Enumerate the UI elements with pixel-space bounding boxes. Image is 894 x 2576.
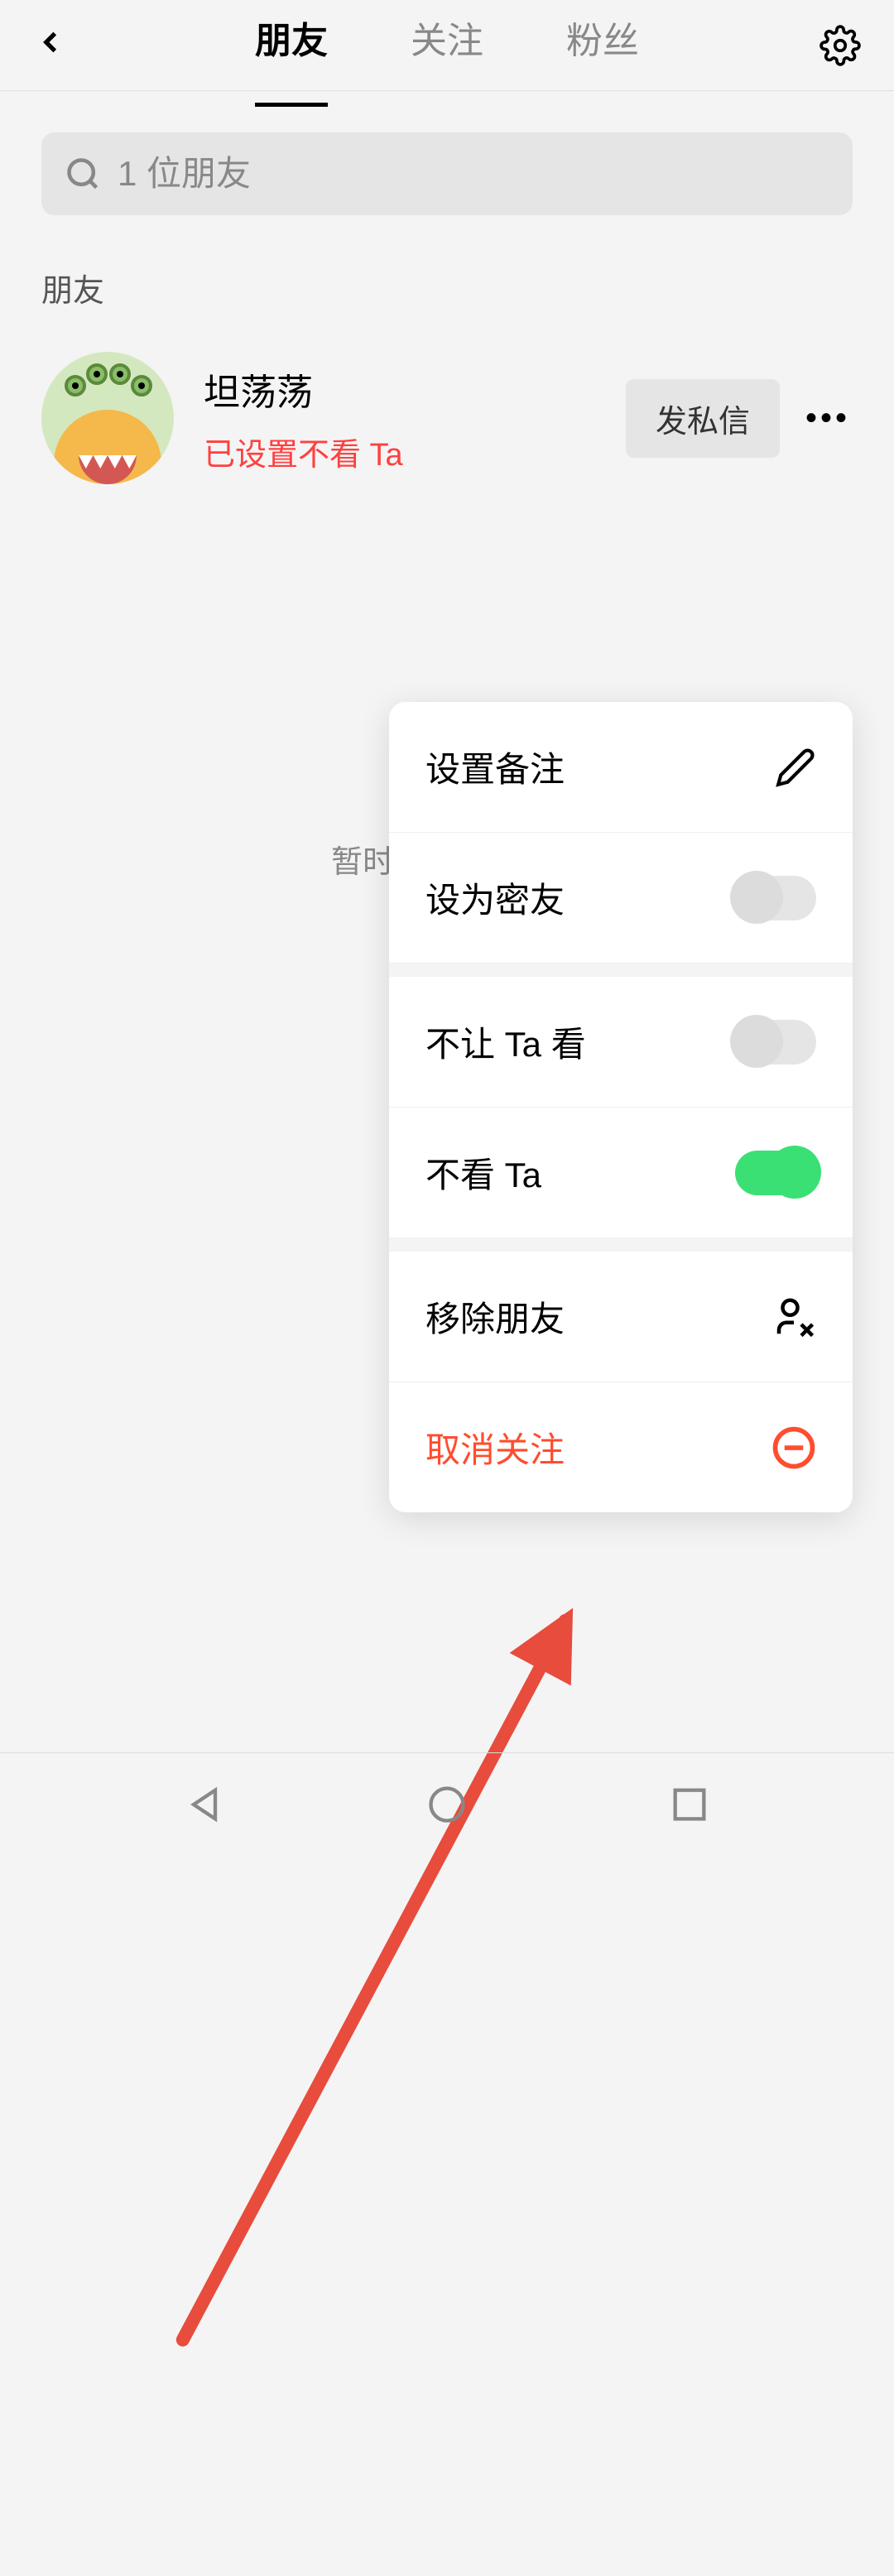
friend-info: 坦荡荡 已设置不看 Ta [204,363,626,474]
toggle-block-viewing[interactable] [735,1020,816,1065]
popup-remove-friend[interactable]: 移除朋友 [389,1238,853,1382]
toggle-dont-view[interactable] [735,1151,816,1195]
section-label: 朋友 [41,265,853,310]
back-button[interactable] [33,21,83,70]
square-recent-icon [668,1783,711,1826]
send-message-button[interactable]: 发私信 [626,379,780,458]
tab-fans[interactable]: 粉丝 [566,11,639,80]
popup-set-note[interactable]: 设置备注 [389,702,853,833]
nav-home[interactable] [425,1783,469,1830]
popup-unfollow[interactable]: 取消关注 [389,1382,853,1512]
popup-label: 取消关注 [425,1422,565,1473]
more-button[interactable]: ••• [803,400,853,437]
popup-label: 移除朋友 [425,1291,565,1342]
settings-button[interactable] [811,25,861,66]
header: 朋友 关注 粉丝 [0,0,894,91]
popup-block-viewing[interactable]: 不让 Ta 看 [389,964,853,1108]
friend-name: 坦荡荡 [204,363,626,416]
search-container[interactable] [41,132,853,215]
popup-menu: 设置备注 设为密友 不让 Ta 看 不看 Ta 移除朋友 取消关注 [389,702,853,1512]
circle-home-icon [425,1783,469,1826]
popup-label: 不看 Ta [425,1147,541,1198]
tab-following[interactable]: 关注 [411,11,483,80]
minus-circle-icon [771,1425,816,1470]
nav-bar [0,1752,894,1860]
pencil-icon [775,747,816,788]
friend-item[interactable]: 坦荡荡 已设置不看 Ta 发私信 ••• [0,310,894,484]
avatar[interactable] [41,352,174,484]
partial-text: 暂时 [331,836,394,882]
popup-label: 设为密友 [425,872,565,923]
toggle-close-friend[interactable] [735,876,816,920]
search-icon [65,156,101,192]
nav-back[interactable] [183,1783,226,1830]
friend-status: 已设置不看 Ta [204,429,626,474]
search-input[interactable] [118,154,829,194]
nav-recent[interactable] [668,1783,711,1830]
popup-label: 不让 Ta 看 [425,1016,586,1067]
popup-dont-view[interactable]: 不看 Ta [389,1108,853,1238]
gear-icon [820,25,861,66]
triangle-back-icon [183,1783,226,1826]
popup-close-friend[interactable]: 设为密友 [389,833,853,964]
tab-friends[interactable]: 朋友 [255,11,328,80]
tabs: 朋友 关注 粉丝 [83,11,811,80]
popup-label: 设置备注 [425,742,565,792]
remove-user-icon [771,1295,816,1339]
